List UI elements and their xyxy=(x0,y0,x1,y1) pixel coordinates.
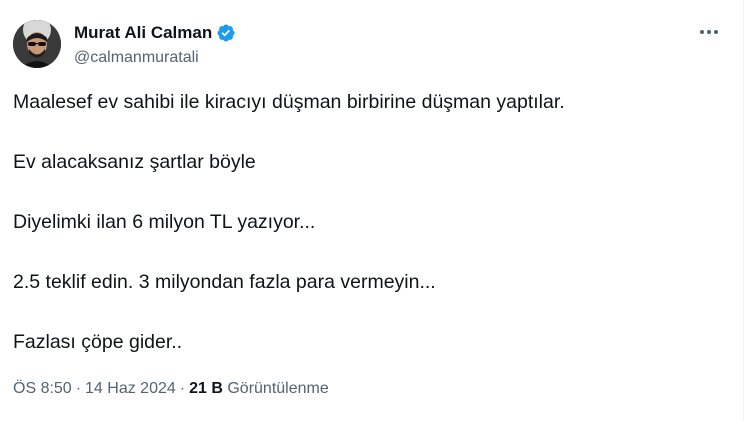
author-name-row: Murat Ali Calman xyxy=(74,23,236,43)
author-handle[interactable]: @calmanmuratali xyxy=(74,48,199,68)
more-options-button[interactable] xyxy=(697,22,721,42)
author-display-name[interactable]: Murat Ali Calman xyxy=(74,23,212,43)
views-label: Görüntülenme xyxy=(227,380,329,397)
avatar-image xyxy=(13,20,61,68)
meta-separator: · xyxy=(179,380,186,397)
meta-separator: · xyxy=(75,380,82,397)
tweet-line: Maalesef ev sahibi ile kiracıyı düşman b… xyxy=(13,91,565,113)
author-avatar[interactable] xyxy=(13,20,61,68)
tweet-card: Murat Ali Calman @calmanmuratali Maalese… xyxy=(0,0,744,421)
tweet-date[interactable]: 14 Haz 2024 xyxy=(85,380,176,397)
verified-badge-icon[interactable] xyxy=(216,23,236,43)
tweet-meta: ÖS 8:50 · 14 Haz 2024 · 21 B Görüntülenme xyxy=(13,379,329,399)
tweet-line: Diyelimki ilan 6 milyon TL yazıyor... xyxy=(13,211,316,233)
views-count[interactable]: 21 B xyxy=(189,380,223,397)
more-horizontal-icon xyxy=(700,30,718,34)
tweet-time[interactable]: ÖS 8:50 xyxy=(13,380,72,397)
tweet-line: Fazlası çöpe gider.. xyxy=(13,331,183,353)
tweet-line: Ev alacaksanız şartlar böyle xyxy=(13,151,256,173)
tweet-line: 2.5 teklif edin. 3 milyondan fazla para … xyxy=(13,271,436,293)
tweet-text: Maalesef ev sahibi ile kiracıyı düşman b… xyxy=(13,90,713,390)
